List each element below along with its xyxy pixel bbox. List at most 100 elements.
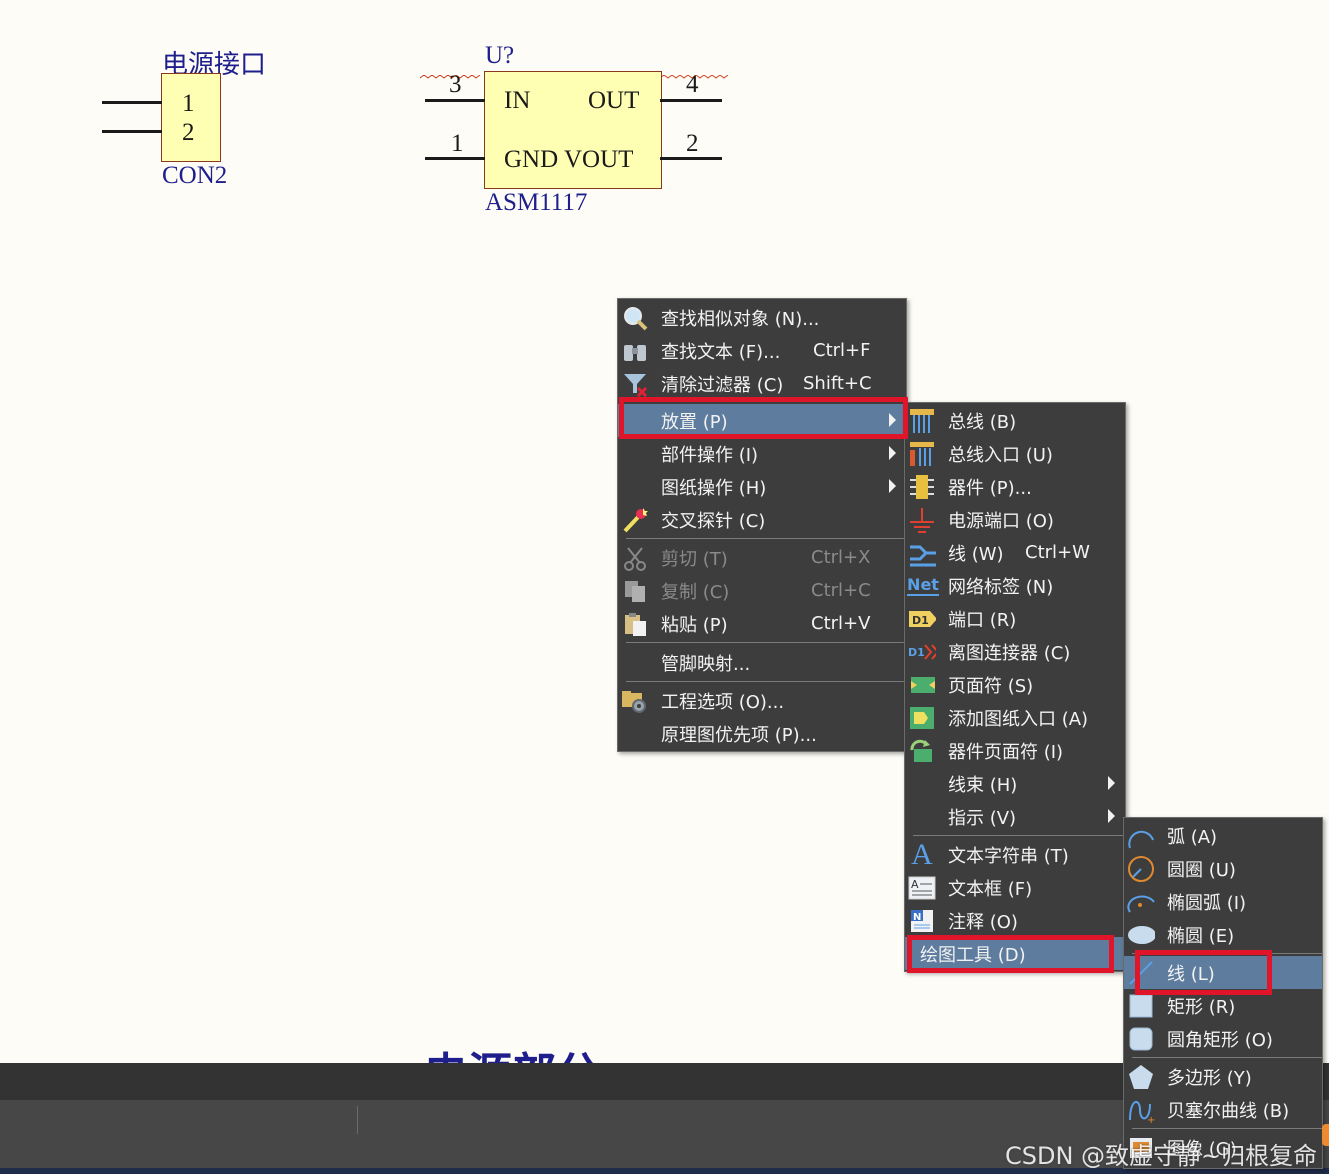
drawing-item-bezier[interactable]: + 贝塞尔曲线 (B) [1124,1093,1322,1126]
place-item-power-port[interactable]: 电源端口 (O) [905,503,1125,536]
drawing-item-round-rectangle[interactable]: 圆角矩形 (O) [1124,1022,1322,1055]
place-item-net-label[interactable]: Net 网络标签 (N) [905,569,1125,602]
menu-item-label: 文本字符串 (T) [948,845,1069,867]
regulator-pin3-number: 3 [449,71,462,98]
menu-item-find-text[interactable]: 查找文本 (F)... Ctrl+F [618,334,906,367]
menu-item-label: 页面符 (S) [948,675,1034,697]
note-icon: N [908,907,936,934]
device-sheet-symbol-icon [908,737,936,764]
regulator-pin2-number: 2 [686,130,699,157]
submenu-arrow-icon [1108,809,1115,823]
place-item-component[interactable]: 器件 (P)... [905,470,1125,503]
menu-item-label: 文本框 (F) [948,878,1033,900]
menu-item-label: 查找相似对象 (N)... [661,308,820,330]
menu-separator [626,538,906,539]
drawing-item-arc[interactable]: 弧 (A) [1124,819,1322,852]
menu-item-find-similar[interactable]: 查找相似对象 (N)... [618,301,906,334]
place-submenu: 总线 (B) 总线入口 (U) 器件 (P)... 电源端口 (O) 线 (W)… [904,402,1126,972]
menu-item-schematic-preferences[interactable]: 原理图优先项 (P)... [618,717,906,750]
menu-separator [913,835,1125,836]
ellipse-icon [1127,921,1155,948]
highlight-box-line [1135,950,1272,995]
menu-item-shortcut: Ctrl+V [811,613,871,634]
place-item-sheet-symbol[interactable]: 页面符 (S) [905,668,1125,701]
drawing-item-ellipse[interactable]: 椭圆 (E) [1124,918,1322,951]
menu-item-label: 线 (W) [948,543,1004,565]
regulator-pin4-wire [660,99,722,102]
highlight-box-drawing-tools [907,935,1114,973]
highlight-box-place [619,397,908,439]
place-item-device-sheet-symbol[interactable]: 器件页面符 (I) [905,734,1125,767]
place-item-directives[interactable]: 指示 (V) [905,800,1125,833]
menu-item-label: 离图连接器 (C) [948,642,1071,664]
menu-item-label: 多边形 (Y) [1167,1067,1252,1089]
place-item-bus-entry[interactable]: 总线入口 (U) [905,437,1125,470]
menu-item-label: 线束 (H) [948,774,1018,796]
menu-item-copy[interactable]: 复制 (C) Ctrl+C [618,574,906,607]
menu-item-label: 弧 (A) [1167,826,1218,848]
regulator-pin1-number: 1 [451,130,464,157]
place-item-off-sheet-connector[interactable]: D1 离图连接器 (C) [905,635,1125,668]
orange-indicator-icon [1322,1124,1329,1146]
drawing-item-circle[interactable]: 圆圈 (U) [1124,852,1322,885]
place-item-harness[interactable]: 线束 (H) [905,767,1125,800]
menu-item-pin-mapping[interactable]: 管脚映射... [618,646,906,679]
copy-icon [621,577,649,604]
menu-item-label: 器件页面符 (I) [948,741,1064,763]
menu-separator [1132,1128,1322,1129]
drawing-item-polygon[interactable]: 多边形 (Y) [1124,1060,1322,1093]
menu-separator [626,681,906,682]
place-item-bus[interactable]: 总线 (B) [905,404,1125,437]
cross-probe-icon [621,506,649,533]
menu-item-label: 清除过滤器 (C) [661,374,784,396]
bus-icon [908,407,936,434]
connector-name: CON2 [162,162,228,189]
menu-item-label: 器件 (P)... [948,477,1032,499]
polygon-icon [1127,1063,1155,1090]
submenu-arrow-icon [1108,776,1115,790]
menu-item-label: 查找文本 (F)... [661,341,781,363]
menu-item-label: 矩形 (R) [1167,996,1236,1018]
menu-item-part-actions[interactable]: 部件操作 (I) [618,437,906,470]
menu-item-shortcut: Ctrl+C [811,580,871,601]
elliptical-arc-icon [1127,888,1155,915]
menu-item-clear-filter[interactable]: 清除过滤器 (C) Shift+C [618,367,906,400]
connector-pin1-wire [102,101,162,104]
menu-item-label: 剪切 (T) [661,548,728,570]
sheet-entry-icon [908,704,936,731]
place-item-wire[interactable]: 线 (W) Ctrl+W [905,536,1125,569]
svg-text:N: N [913,912,921,923]
bus-entry-icon [908,440,936,467]
place-item-text-string[interactable]: A 文本字符串 (T) [905,838,1125,871]
place-item-note[interactable]: N 注释 (O) [905,904,1125,937]
svg-text:A: A [911,878,919,891]
paste-icon [621,610,649,637]
menu-item-sheet-actions[interactable]: 图纸操作 (H) [618,470,906,503]
port-icon: D1 [908,605,936,632]
submenu-arrow-icon [889,446,896,460]
net-label-icon: Net [907,574,939,596]
place-item-sheet-entry[interactable]: 添加图纸入口 (A) [905,701,1125,734]
svg-text:+: + [1147,1115,1155,1124]
place-item-text-frame[interactable]: A 文本框 (F) [905,871,1125,904]
context-menu: 查找相似对象 (N)... 查找文本 (F)... Ctrl+F 清除过滤器 (… [617,298,907,752]
drawing-item-elliptical-arc[interactable]: 椭圆弧 (I) [1124,885,1322,918]
menu-item-paste[interactable]: 粘贴 (P) Ctrl+V [618,607,906,640]
connector-body[interactable] [161,73,221,162]
menu-item-label: 工程选项 (O)... [661,691,785,713]
menu-item-project-options[interactable]: 工程选项 (O)... [618,684,906,717]
panel-divider [357,1106,358,1134]
regulator-gnd-vout-label: GND VOUT [504,146,634,173]
menu-item-label: 复制 (C) [661,581,730,603]
menu-item-label: 圆角矩形 (O) [1167,1029,1273,1051]
svg-text:D1: D1 [908,646,925,659]
connector-pin2-label: 2 [182,119,195,146]
menu-item-shortcut: Ctrl+W [1025,542,1090,563]
menu-item-cross-probe[interactable]: 交叉探针 (C) [618,503,906,536]
menu-item-label: 部件操作 (I) [661,444,759,466]
scissors-icon [621,544,649,571]
menu-item-cut[interactable]: 剪切 (T) Ctrl+X [618,541,906,574]
menu-item-label: 椭圆 (E) [1167,925,1235,947]
place-item-port[interactable]: D1 端口 (R) [905,602,1125,635]
rectangle-icon [1127,992,1155,1019]
